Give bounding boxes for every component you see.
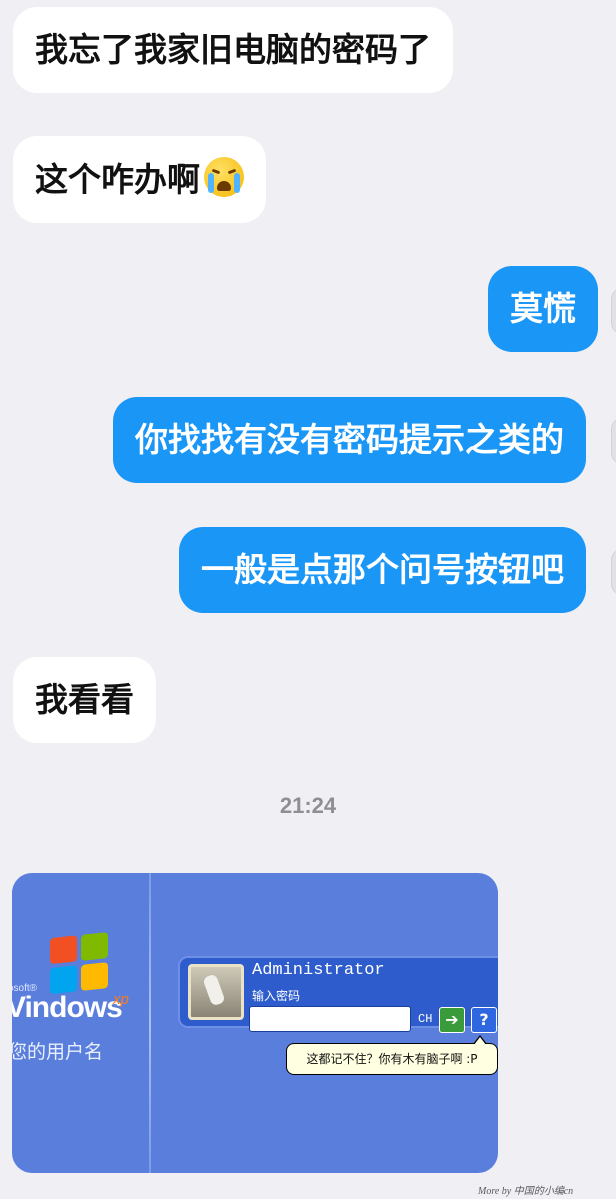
login-hint: 您的用户名	[12, 1041, 104, 1063]
password-label: 输入密码	[252, 989, 301, 1003]
loudly-crying-face-icon	[204, 157, 244, 197]
avatar[interactable]	[611, 549, 616, 595]
message-text: 我忘了我家旧电脑的密码了	[35, 30, 431, 69]
message-bubble[interactable]: 这个咋办啊	[13, 136, 266, 223]
avatar[interactable]	[611, 288, 616, 334]
divider	[149, 873, 151, 1173]
message-text: 莫慌	[510, 289, 576, 328]
message-bubble[interactable]: 一般是点那个问号按钮吧	[179, 527, 586, 613]
windows-logo-icon	[50, 932, 110, 996]
username: Administrator	[252, 961, 385, 980]
message-text: 一般是点那个问号按钮吧	[201, 550, 564, 589]
image-message[interactable]: osoft® Vindows xp 您的用户名 Administrator 输入…	[12, 873, 498, 1173]
user-avatar-icon[interactable]	[188, 964, 244, 1020]
password-input[interactable]	[249, 1006, 411, 1032]
language-indicator[interactable]: CH	[418, 1012, 432, 1026]
password-hint-tooltip: 这都记不住？你有木有脑子啊 :P	[286, 1035, 498, 1075]
message-text: 这个咋办啊	[35, 160, 200, 199]
message-text: 我看看	[35, 680, 134, 719]
avatar[interactable]	[611, 418, 616, 464]
message-text: 你找找有没有密码提示之类的	[135, 420, 564, 459]
question-mark-icon[interactable]: ?	[471, 1007, 497, 1033]
arrow-right-icon[interactable]: ➔	[439, 1007, 465, 1033]
xp-wordmark: xp	[113, 991, 129, 1008]
timestamp: 21:24	[279, 793, 337, 818]
message-bubble[interactable]: 莫慌	[488, 266, 598, 352]
message-bubble[interactable]: 我忘了我家旧电脑的密码了	[13, 7, 453, 93]
message-bubble[interactable]: 我看看	[13, 657, 156, 743]
message-bubble[interactable]: 你找找有没有密码提示之类的	[113, 397, 586, 483]
windows-wordmark: Vindows	[12, 991, 123, 1024]
watermark: More by 中国的小编cn	[478, 1186, 574, 1197]
